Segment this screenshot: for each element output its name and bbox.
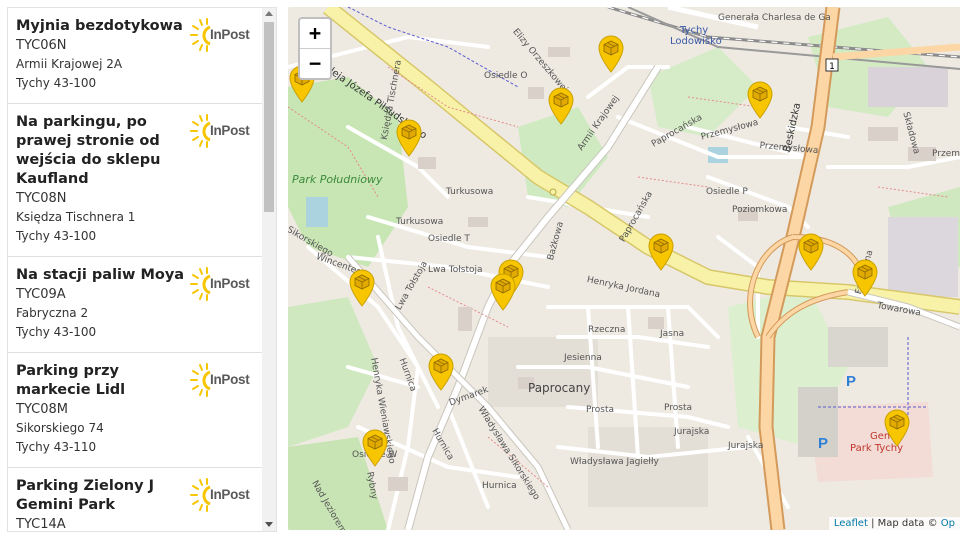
parking-icon: P [846,373,857,390]
locker-marker-icon[interactable] [747,81,773,119]
locker-title: Na stacji paliw Moya [16,267,185,283]
map-label-jurajska-2: Jurajska [728,441,764,451]
map-label-rzeczna: Rzeczna [588,325,626,335]
zoom-in-button[interactable]: + [300,19,330,48]
locker-marker-icon[interactable] [852,259,878,297]
brand-name: InPost [210,372,250,387]
map-label-poziomkowa: Poziomkowa [732,205,788,215]
locker-marker-icon[interactable] [598,35,624,73]
map-label-prosta: Prosta [586,405,615,415]
svg-text:1: 1 [829,62,835,72]
map-label-osiedle-p: Osiedle P [706,187,748,197]
locker-city: Tychy 43-110 [16,440,97,454]
map-label-osiedle-o: Osiedle O [484,71,528,81]
locker-marker-icon[interactable] [490,273,516,311]
locker-code: TYC08N [16,191,67,206]
locker-marker-icon[interactable] [362,429,388,467]
brand-name: InPost [210,123,250,138]
map-label-charlesa: Generała Charlesa de Ga [718,13,831,23]
inpost-logo: InPost [190,114,252,150]
locker-city: Tychy 43-100 [16,229,97,243]
map-label-osiedle-t: Osiedle T [428,234,470,244]
locker-list: Myjnia bezdotykowa TYC06N Armii Krajowej 2… [8,8,262,532]
scroll-up-arrow-icon[interactable] [265,11,273,16]
map-label-wladyslawa-jagielly: Władysława Jagiełły [570,457,659,467]
locker-marker-icon[interactable] [349,269,375,307]
locker-marker-icon[interactable] [548,87,574,125]
locker-street: Sikorskiego 74 [16,421,104,435]
scrollbar-thumb[interactable] [264,22,274,212]
map[interactable]: 1 Aleja Józefa Piłsudskiego Armii Krajow… [288,7,960,530]
locker-code: TYC08M [16,402,69,417]
locker-title: Na parkingu, po prawej stronie od wejści… [16,114,161,187]
locker-list-item[interactable]: Myjnia bezdotykowa TYC06N Armii Krajowej 2… [8,8,262,104]
map-attribution: Leaflet | Map data © Op [828,517,960,530]
locker-code: TYC14A [16,517,66,532]
list-scrollbar[interactable] [262,8,276,531]
attribution-text: | Map data © [867,518,941,529]
map-label-park-poludniowy: Park Południowy [292,173,383,186]
inpost-logo: InPost [190,267,252,303]
locker-street: Armii Krajowej 2A [16,57,123,71]
zoom-control: + − [298,17,332,80]
locker-marker-icon[interactable] [396,119,422,157]
locker-city: Tychy 43-100 [16,325,97,339]
map-label-turkusowa-2: Turkusowa [396,217,444,227]
leaflet-link[interactable]: Leaflet [834,518,868,529]
locker-list-item[interactable]: Parking Zielony J Gemini ParkTYC14ATowar… [8,468,262,532]
inpost-logo: InPost [190,363,252,399]
page: Myjnia bezdotykowa TYC06N Armii Krajowej 2… [0,0,960,540]
brand-name: InPost [210,27,250,42]
locker-street: Fabryczna 2 [16,306,89,320]
brand-name: InPost [210,487,250,502]
locker-street: Księdza Tischnera 1 [16,210,136,224]
locker-marker-icon[interactable] [884,409,910,447]
map-label-przemyslowa-3: Przemysłowa [932,149,960,159]
locker-list-item[interactable]: Na parkingu, po prawej stronie od wejści… [8,104,262,257]
map-label-tychy: Tychy [680,25,709,36]
map-label-lodowisko: Lodowisko [670,36,722,47]
map-label-turkusowa: Turkusowa [446,187,494,197]
locker-title: Parking przy markecie Lidl [16,363,126,398]
map-label-lwa-tolstoja: Lwa Tołstoja [428,265,483,275]
locker-marker-icon[interactable] [648,233,674,271]
zoom-out-button[interactable]: − [300,48,330,78]
osm-link[interactable]: Op [941,518,955,529]
scroll-down-arrow-icon[interactable] [265,522,273,527]
inpost-logo: InPost [190,478,252,514]
locker-list-panel[interactable]: Myjnia bezdotykowa TYC06N Armii Krajowej 2… [7,7,277,532]
locker-list-item[interactable]: Na stacji paliw Moya TYC09A Fabryczna 2 Tyc… [8,257,262,353]
inpost-logo: InPost [190,18,252,54]
brand-name: InPost [210,276,250,291]
locker-marker-icon[interactable] [428,353,454,391]
map-label-hurnica-3: Hurnica [482,481,517,491]
map-label-jesienna: Jesienna [564,353,602,363]
locker-title: Parking Zielony J Gemini Park [16,478,155,513]
locker-marker-icon[interactable] [798,233,824,271]
locker-city: Tychy 43-100 [16,76,97,90]
map-label-jurajska: Jurajska [674,427,710,437]
map-label-jasna: Jasna [660,329,685,339]
parking-icon: P [818,435,829,452]
map-label-prosta-2: Prosta [664,403,693,413]
locker-title: Myjnia bezdotykowa [16,18,183,34]
locker-list-item[interactable]: Parking przy markecie Lidl TYC08M Sikorski… [8,353,262,468]
map-label-paprocany: Paprocany [528,381,591,395]
